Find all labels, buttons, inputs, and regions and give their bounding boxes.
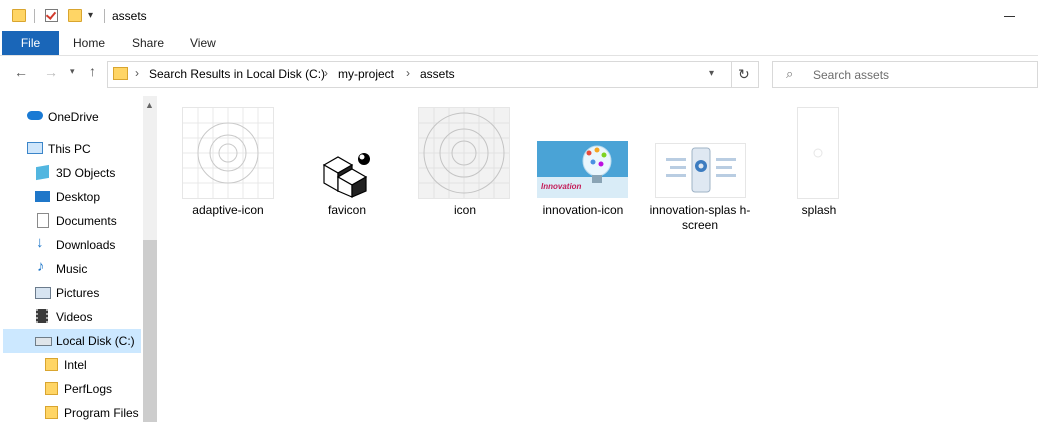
sidebar-item-program-files[interactable]: Program Files [64, 406, 139, 420]
up-icon[interactable]: ↑ [89, 63, 96, 79]
video-icon [36, 309, 48, 323]
window-title: assets [112, 9, 147, 23]
search-box[interactable] [772, 61, 1038, 88]
sidebar-item-intel[interactable]: Intel [64, 358, 87, 372]
refresh-icon[interactable]: ↻ [738, 66, 750, 83]
separator [104, 9, 105, 23]
chevron-right-icon[interactable]: › [406, 66, 410, 80]
sidebar-item-desktop[interactable]: Desktop [56, 190, 100, 204]
sidebar-item-this-pc[interactable]: This PC [48, 142, 91, 156]
sidebar-item-videos[interactable]: Videos [56, 310, 92, 324]
file-label-text: innovation-splas h-screen [649, 203, 751, 232]
sidebar-item-3d-objects[interactable]: 3D Objects [56, 166, 115, 180]
folder-icon [45, 358, 58, 371]
recent-locations-icon[interactable]: ▾ [70, 66, 75, 77]
tab-view[interactable]: View [190, 31, 216, 55]
folder-icon[interactable] [12, 9, 26, 22]
file-label-favicon[interactable]: favicon [292, 203, 402, 218]
chevron-right-icon[interactable]: › [135, 66, 139, 80]
search-icon: ⌕ [786, 66, 794, 81]
file-thumbnail-icon[interactable] [418, 107, 510, 199]
back-icon[interactable]: ← [14, 64, 28, 80]
picture-icon [35, 287, 51, 299]
folder-icon [45, 406, 58, 419]
file-thumbnail-adaptive-icon[interactable] [182, 107, 274, 199]
music-icon: ♪ [37, 258, 45, 275]
file-thumbnail-innovation-icon[interactable]: Innovation [537, 141, 628, 198]
properties-icon[interactable] [45, 9, 58, 22]
search-input[interactable]: Search assets [813, 68, 889, 82]
scroll-up-icon[interactable]: ▲ [145, 100, 154, 110]
file-label-icon[interactable]: icon [410, 203, 520, 218]
cloud-icon [27, 111, 43, 120]
file-label-innovation-icon[interactable]: innovation-icon [528, 203, 638, 218]
file-label-adaptive-icon[interactable]: adaptive-icon [173, 203, 283, 218]
file-label-splash[interactable]: splash [764, 203, 874, 218]
separator [34, 9, 35, 23]
computer-icon [27, 142, 43, 154]
chevron-right-icon[interactable]: › [324, 66, 328, 80]
sidebar-item-downloads[interactable]: Downloads [56, 238, 115, 252]
sidebar-item-perflogs[interactable]: PerfLogs [64, 382, 112, 396]
file-thumbnail-splash[interactable] [797, 107, 839, 199]
address-dropdown-icon[interactable]: ▾ [709, 68, 714, 79]
cube-icon [36, 164, 49, 181]
innovation-thumb-text: Innovation [541, 182, 582, 191]
sidebar-item-music[interactable]: Music [56, 262, 87, 276]
forward-icon[interactable]: → [44, 64, 58, 80]
breadcrumb-assets[interactable]: assets [420, 67, 455, 81]
sidebar-item-documents[interactable]: Documents [56, 214, 117, 228]
tab-share[interactable]: Share [132, 31, 164, 55]
sidebar-item-pictures[interactable]: Pictures [56, 286, 99, 300]
sidebar-item-local-disk[interactable]: Local Disk (C:) [56, 334, 135, 348]
file-label-innovation-splash-screen[interactable]: innovation-splas h-screen [645, 203, 755, 233]
folder-icon [45, 382, 58, 395]
document-icon [37, 213, 49, 228]
minimize-icon[interactable] [1004, 16, 1015, 17]
divider [731, 61, 732, 88]
customize-quick-access-icon[interactable]: ▾ [88, 10, 93, 21]
tab-home[interactable]: Home [73, 31, 105, 55]
download-icon: ↓ [36, 234, 44, 251]
drive-icon [35, 337, 52, 346]
breadcrumb-my-project[interactable]: my-project [338, 67, 394, 81]
folder-icon [113, 67, 128, 80]
breadcrumb-search-results[interactable]: Search Results in Local Disk (C:) [149, 67, 325, 81]
title-bar [0, 0, 1038, 31]
new-folder-icon[interactable] [68, 9, 82, 22]
file-thumbnail-innovation-splash-screen[interactable] [655, 143, 746, 198]
desktop-icon [35, 191, 50, 202]
scrollbar-thumb[interactable] [143, 240, 157, 422]
file-thumbnail-favicon[interactable] [320, 151, 372, 199]
tab-file[interactable]: File [2, 31, 59, 55]
sidebar-item-onedrive[interactable]: OneDrive [48, 110, 99, 124]
